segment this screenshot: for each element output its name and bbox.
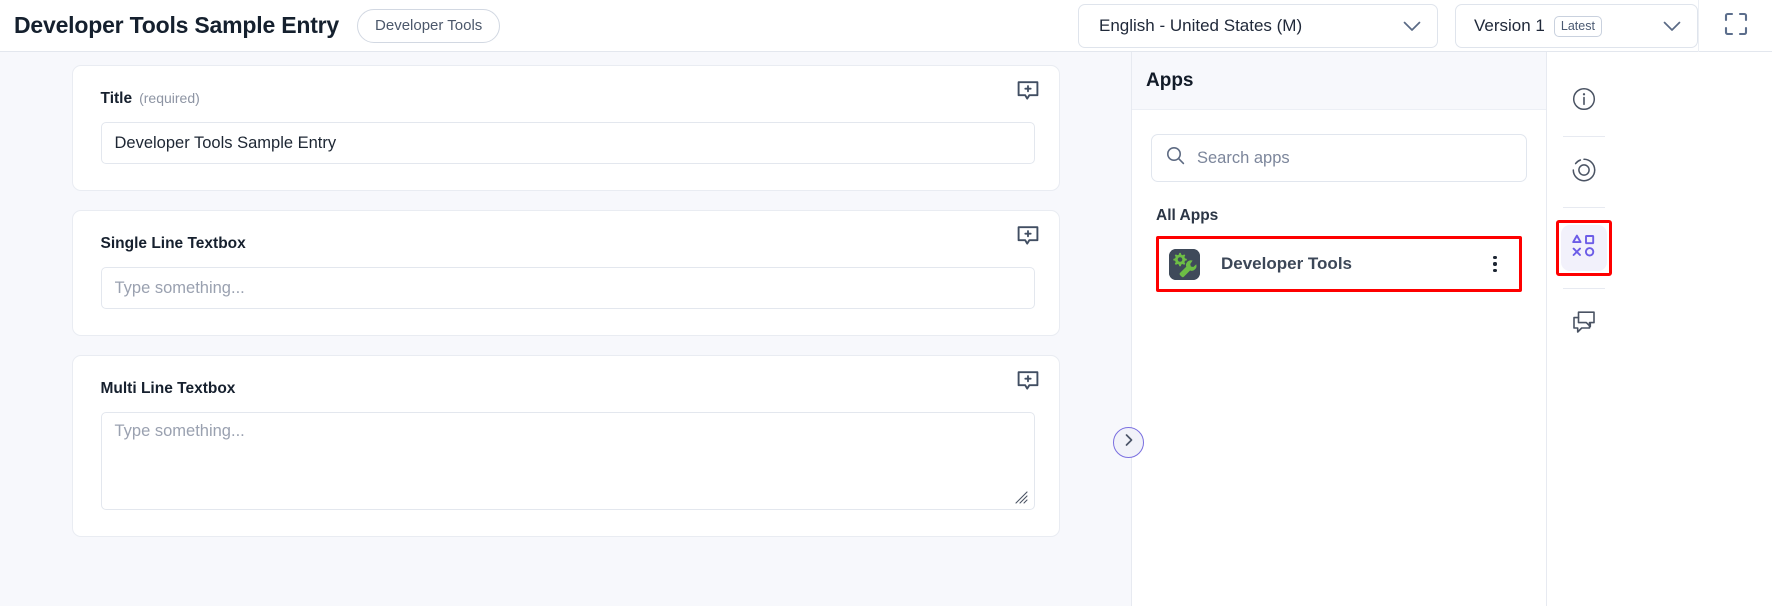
- apps-panel: Apps All Apps: [1131, 52, 1546, 606]
- title-input[interactable]: [100, 122, 1035, 164]
- search-icon: [1166, 146, 1185, 170]
- search-apps-box[interactable]: [1151, 134, 1527, 182]
- apps-panel-body: All Apps: [1132, 110, 1546, 292]
- latest-badge: Latest: [1553, 15, 1602, 37]
- app-header: Developer Tools Sample Entry Developer T…: [0, 0, 1772, 52]
- panel-collapse-toggle[interactable]: [1113, 427, 1144, 458]
- field-label-row: Multi Line Textbox: [101, 380, 1031, 398]
- field-label: Title: [100, 90, 133, 107]
- version-select-content: Version 1 Latest: [1474, 15, 1602, 37]
- header-right-controls: English - United States (M) Version 1 La…: [1078, 0, 1772, 52]
- right-icon-rail: [1546, 52, 1621, 606]
- add-comment-icon: [1016, 225, 1040, 252]
- info-icon: [1571, 86, 1597, 117]
- all-apps-section-label: All Apps: [1156, 207, 1219, 224]
- field-label: Single Line Textbox: [100, 235, 246, 252]
- chevron-right-icon: [1123, 433, 1135, 452]
- list-item[interactable]: Developer Tools: [1159, 239, 1519, 289]
- form-card-title: Title (required): [71, 65, 1060, 191]
- version-select-value: Version 1: [1474, 16, 1545, 35]
- comments-icon: [1570, 309, 1598, 340]
- app-name: Developer Tools: [1221, 254, 1352, 273]
- form-column: Title (required) Single Line Textbox: [0, 52, 1131, 606]
- kebab-menu-icon[interactable]: [1485, 253, 1505, 275]
- rail-button-apps[interactable]: [1561, 225, 1607, 271]
- add-comment-button[interactable]: [1015, 370, 1041, 397]
- shapes-apps-icon: [1570, 232, 1598, 265]
- rail-divider: [1563, 136, 1605, 137]
- field-required-note: (required): [139, 90, 200, 106]
- form-card-single-line: Single Line Textbox: [71, 210, 1060, 336]
- chevron-down-icon: [1403, 21, 1421, 32]
- add-comment-icon: [1016, 80, 1040, 107]
- apps-panel-title: Apps: [1146, 69, 1194, 91]
- single-line-input[interactable]: [100, 267, 1035, 309]
- search-apps-input[interactable]: [1197, 148, 1512, 168]
- kebab-dot: [1493, 256, 1497, 260]
- kebab-dot: [1493, 262, 1497, 266]
- form-card-multi-line: Multi Line Textbox: [71, 355, 1060, 537]
- add-comment-button[interactable]: [1015, 225, 1041, 252]
- apps-panel-header: Apps: [1132, 52, 1546, 110]
- fullscreen-expand-button[interactable]: [1698, 0, 1772, 52]
- language-select[interactable]: English - United States (M): [1078, 4, 1438, 48]
- rail-divider: [1563, 288, 1605, 289]
- rail-button-tracking[interactable]: [1561, 149, 1607, 195]
- main-body: Title (required) Single Line Textbox: [0, 52, 1772, 606]
- field-label-row: Single Line Textbox: [101, 235, 1031, 253]
- language-select-value: English - United States (M): [1099, 16, 1303, 35]
- page-title: Developer Tools Sample Entry: [14, 12, 340, 38]
- rail-button-details[interactable]: [1561, 78, 1607, 124]
- fullscreen-expand-icon: [1723, 11, 1749, 42]
- gear-wrench-icon: [1169, 248, 1200, 280]
- field-label-row: Title (required): [101, 90, 1031, 108]
- version-select[interactable]: Version 1 Latest: [1455, 4, 1698, 48]
- add-comment-button[interactable]: [1015, 80, 1041, 107]
- rail-apps-highlight-box: [1556, 220, 1612, 276]
- multi-line-input[interactable]: [100, 412, 1035, 510]
- kebab-dot: [1493, 268, 1497, 272]
- chevron-down-icon: [1663, 21, 1681, 32]
- add-comment-icon: [1016, 370, 1040, 397]
- app-row-highlight-box: Developer Tools: [1156, 236, 1522, 292]
- field-label: Multi Line Textbox: [100, 380, 236, 397]
- target-icon: [1571, 157, 1597, 188]
- rail-button-comments[interactable]: [1561, 301, 1607, 347]
- rail-divider: [1563, 207, 1605, 208]
- app-context-chip[interactable]: Developer Tools: [357, 8, 501, 43]
